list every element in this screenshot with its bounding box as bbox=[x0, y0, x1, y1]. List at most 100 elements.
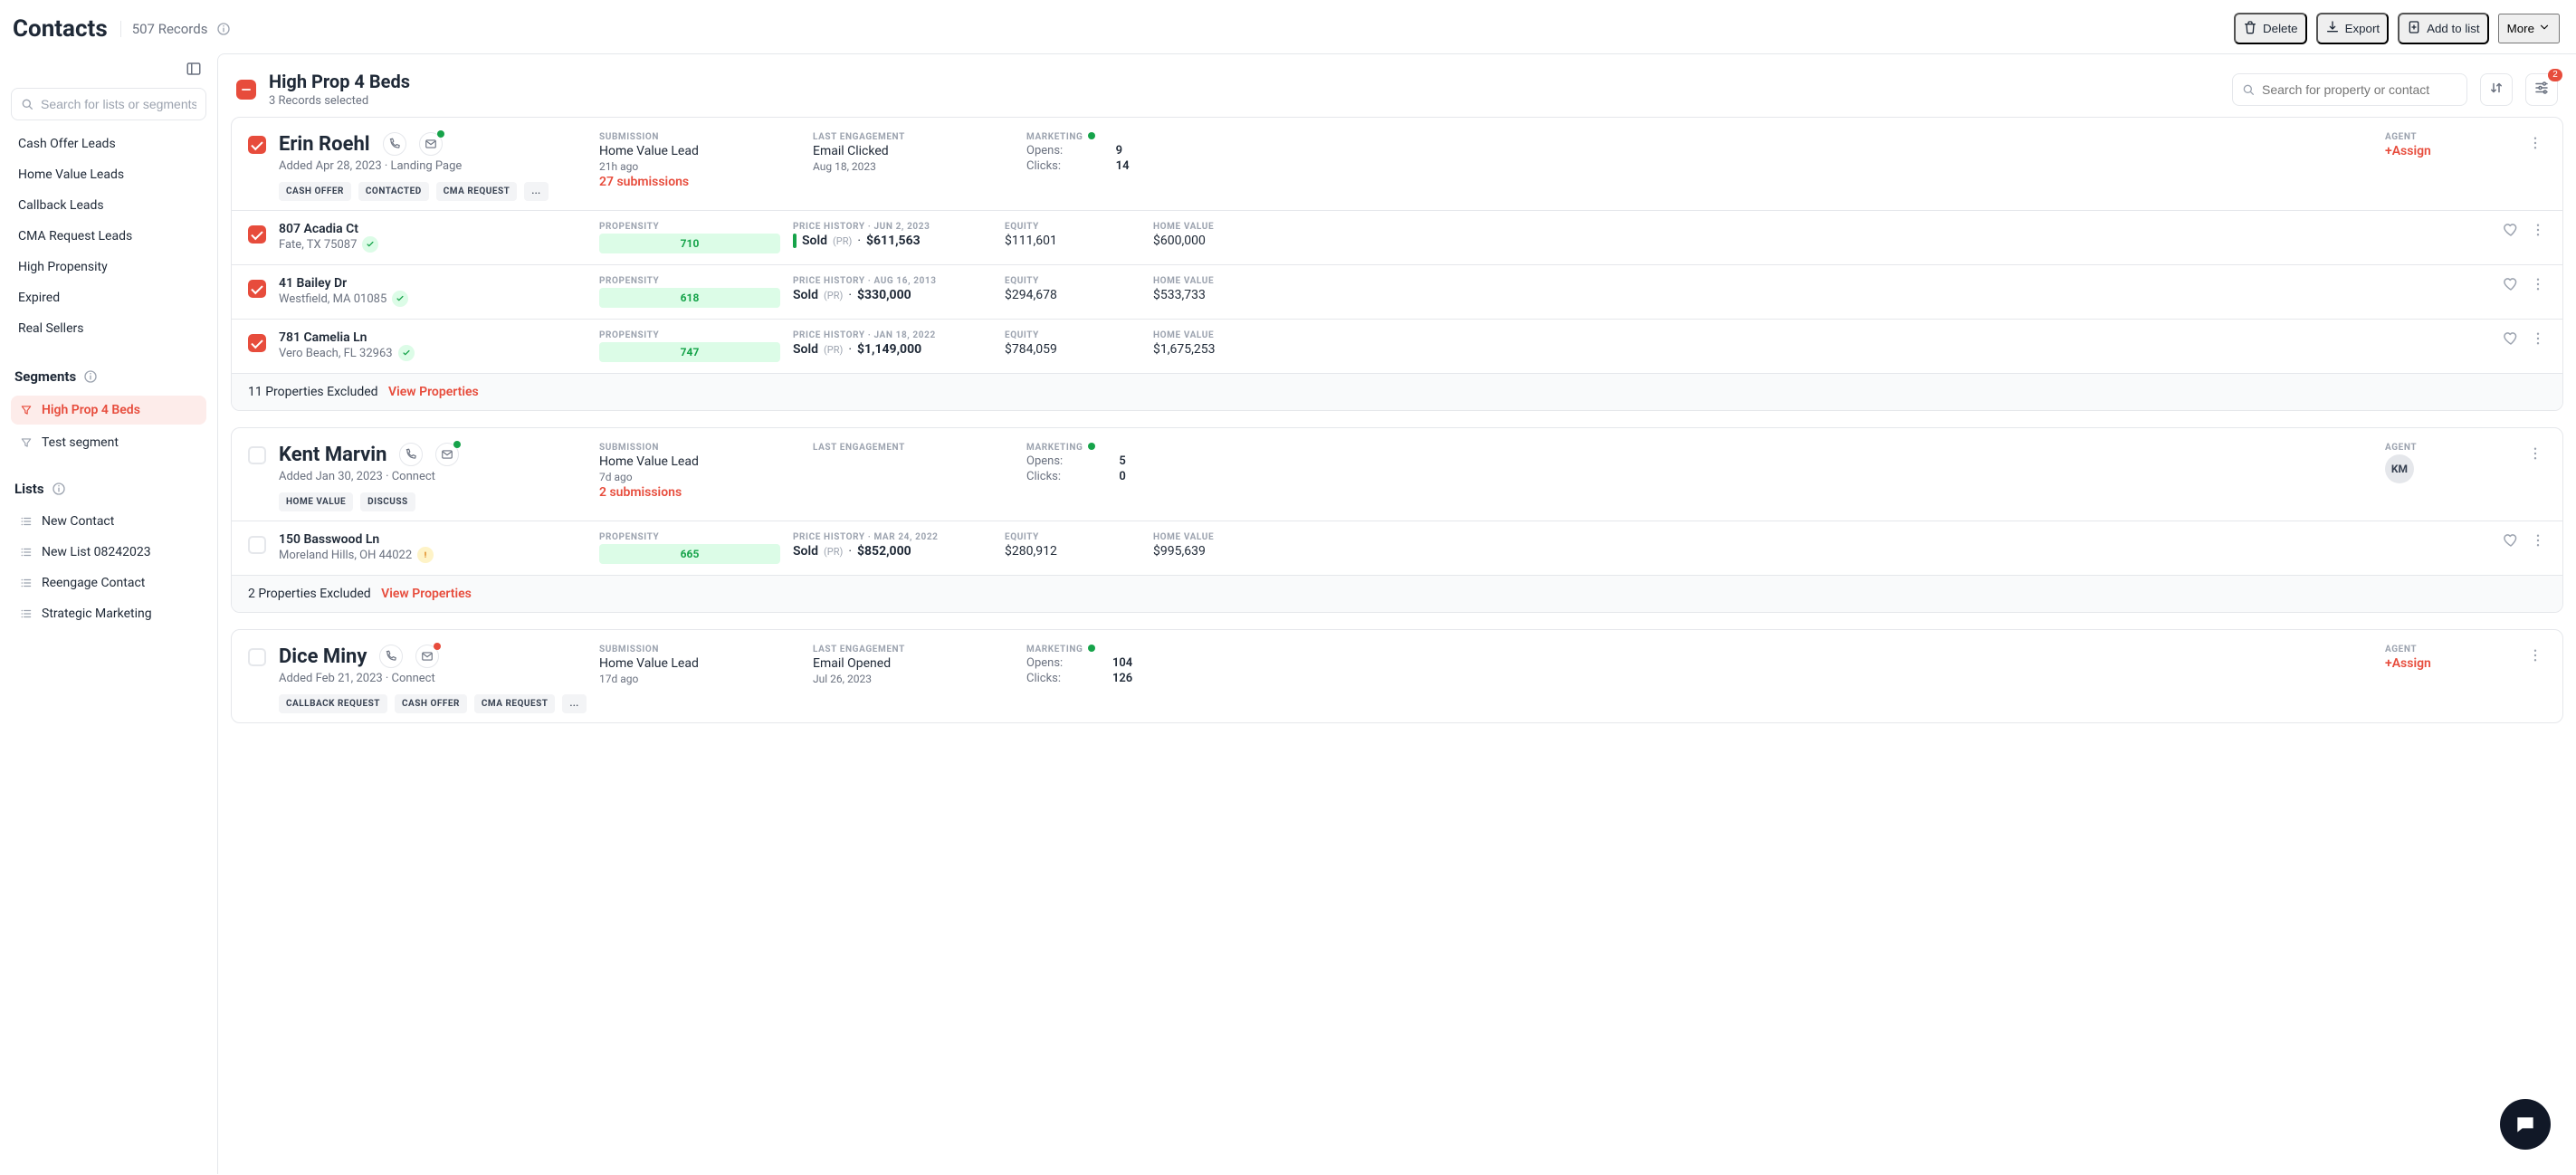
bulk-checkbox[interactable] bbox=[236, 80, 256, 100]
tag-chip[interactable]: DISCUSS bbox=[360, 492, 415, 511]
chevron-down-icon bbox=[2538, 21, 2551, 36]
view-properties-link[interactable]: View Properties bbox=[388, 385, 479, 399]
info-icon bbox=[83, 369, 98, 384]
mail-status-dot bbox=[453, 441, 461, 448]
agent-avatar[interactable]: KM bbox=[2385, 454, 2414, 483]
tag-chip[interactable]: CMA REQUEST bbox=[474, 694, 556, 713]
submissions-link[interactable]: 2 submissions bbox=[599, 485, 780, 500]
sidebar-nav-item[interactable]: High Propensity bbox=[11, 253, 206, 282]
home-value-value: $995,639 bbox=[1153, 544, 1289, 559]
favorite-button[interactable] bbox=[2503, 222, 2519, 242]
tag-chip[interactable]: CONTACTED bbox=[358, 182, 429, 201]
tag-chip[interactable]: CASH OFFER bbox=[395, 694, 467, 713]
add-to-list-button[interactable]: Add to list bbox=[2398, 13, 2489, 44]
favorite-button[interactable] bbox=[2503, 276, 2519, 296]
tag-chip[interactable]: ... bbox=[524, 182, 548, 201]
info-icon[interactable] bbox=[216, 22, 231, 36]
equity-label: EQUITY bbox=[1005, 222, 1140, 232]
list-icon bbox=[20, 515, 33, 528]
list-item[interactable]: New List 08242023 bbox=[11, 539, 206, 566]
engagement-label: LAST ENGAGEMENT bbox=[813, 132, 994, 142]
row-checkbox[interactable] bbox=[248, 536, 266, 554]
contact-name[interactable]: Erin Roehl bbox=[279, 133, 370, 156]
assign-link[interactable]: +Assign bbox=[2385, 144, 2512, 158]
main-panel: High Prop 4 Beds 3 Records selected 2 Er… bbox=[217, 53, 2576, 1174]
list-item[interactable]: New Contact bbox=[11, 508, 206, 535]
price-history-label: PRICE HISTORY · JUN 2, 2023 bbox=[793, 222, 992, 232]
sidebar-nav-item[interactable]: Real Sellers bbox=[11, 314, 206, 343]
filter-button[interactable]: 2 bbox=[2525, 73, 2558, 106]
sliders-icon bbox=[2533, 80, 2550, 99]
row-checkbox[interactable] bbox=[248, 648, 266, 666]
card-menu-button[interactable] bbox=[2524, 443, 2546, 464]
phone-icon[interactable] bbox=[399, 443, 423, 466]
delete-button[interactable]: Delete bbox=[2234, 13, 2307, 44]
tag-chip[interactable]: HOME VALUE bbox=[279, 492, 353, 511]
tag-chip[interactable]: ... bbox=[562, 694, 586, 713]
panel-toggle-button[interactable] bbox=[181, 57, 206, 82]
chat-icon bbox=[2514, 1113, 2537, 1136]
equity-value: $280,912 bbox=[1005, 544, 1140, 559]
mail-status-dot bbox=[437, 130, 444, 138]
phone-icon[interactable] bbox=[379, 645, 403, 668]
agent-label: AGENT bbox=[2385, 132, 2512, 142]
favorite-button[interactable] bbox=[2503, 330, 2519, 350]
export-button[interactable]: Export bbox=[2316, 13, 2390, 44]
added-line: Added Apr 28, 2023 · Landing Page bbox=[279, 159, 587, 173]
card-menu-button[interactable] bbox=[2524, 645, 2546, 666]
segment-item[interactable]: High Prop 4 Beds bbox=[11, 396, 206, 425]
more-button[interactable]: More bbox=[2498, 14, 2560, 43]
property-address[interactable]: 150 Basswood Ln bbox=[279, 532, 587, 547]
card-menu-button[interactable] bbox=[2524, 132, 2546, 154]
row-checkbox[interactable] bbox=[248, 136, 266, 154]
main-search-input[interactable] bbox=[2232, 73, 2467, 106]
submissions-link[interactable]: 27 submissions bbox=[599, 175, 780, 189]
excluded-text: 2 Properties Excluded bbox=[248, 587, 371, 601]
sidebar-nav-item[interactable]: Expired bbox=[11, 283, 206, 312]
row-menu-button[interactable] bbox=[2530, 532, 2546, 552]
opens-label: Opens: bbox=[1026, 144, 1105, 158]
propensity-label: PROPENSITY bbox=[599, 532, 780, 542]
row-checkbox[interactable] bbox=[248, 334, 266, 352]
home-value-label: HOME VALUE bbox=[1153, 222, 1289, 232]
home-value-value: $1,675,253 bbox=[1153, 342, 1289, 357]
row-checkbox[interactable] bbox=[248, 280, 266, 298]
list-item[interactable]: Reengage Contact bbox=[11, 569, 206, 597]
assign-link[interactable]: +Assign bbox=[2385, 656, 2512, 671]
list-item[interactable]: Strategic Marketing bbox=[11, 600, 206, 627]
lists-list: New Contact New List 08242023 Reengage Con… bbox=[11, 508, 206, 627]
row-menu-button[interactable] bbox=[2530, 222, 2546, 242]
tag-chip[interactable]: CMA REQUEST bbox=[436, 182, 518, 201]
tag-chip[interactable]: CALLBACK REQUEST bbox=[279, 694, 387, 713]
excluded-row: 2 Properties Excluded View Properties bbox=[232, 575, 2562, 612]
record-count: 507 Records bbox=[120, 21, 208, 37]
sidebar-nav-item[interactable]: CMA Request Leads bbox=[11, 222, 206, 251]
tag-chip[interactable]: CASH OFFER bbox=[279, 182, 351, 201]
row-checkbox[interactable] bbox=[248, 225, 266, 244]
contact-name[interactable]: Dice Miny bbox=[279, 645, 367, 668]
segment-item[interactable]: Test segment bbox=[11, 428, 206, 457]
chat-fab[interactable] bbox=[2500, 1099, 2551, 1150]
home-value-value: $533,733 bbox=[1153, 288, 1289, 302]
propensity-label: PROPENSITY bbox=[599, 276, 780, 286]
contact-name[interactable]: Kent Marvin bbox=[279, 444, 386, 466]
sidebar-nav-item[interactable]: Callback Leads bbox=[11, 191, 206, 220]
segments-header[interactable]: Segments bbox=[11, 363, 206, 390]
lists-header[interactable]: Lists bbox=[11, 475, 206, 502]
property-address[interactable]: 781 Camelia Ln bbox=[279, 330, 587, 345]
property-row: 41 Bailey Dr Westfield, MA 01085 PROPENS… bbox=[232, 264, 2562, 319]
row-menu-button[interactable] bbox=[2530, 330, 2546, 350]
row-menu-button[interactable] bbox=[2530, 276, 2546, 296]
property-address[interactable]: 41 Bailey Dr bbox=[279, 276, 587, 291]
sort-button[interactable] bbox=[2480, 73, 2513, 106]
sidebar-nav-item[interactable]: Cash Offer Leads bbox=[11, 129, 206, 158]
row-checkbox[interactable] bbox=[248, 446, 266, 464]
favorite-button[interactable] bbox=[2503, 532, 2519, 552]
segment-label: High Prop 4 Beds bbox=[42, 403, 140, 417]
sidebar-nav-item[interactable]: Home Value Leads bbox=[11, 160, 206, 189]
equity-value: $111,601 bbox=[1005, 234, 1140, 248]
property-address[interactable]: 807 Acadia Ct bbox=[279, 222, 587, 236]
view-properties-link[interactable]: View Properties bbox=[381, 587, 472, 601]
sidebar-search-input[interactable] bbox=[11, 88, 206, 120]
phone-icon[interactable] bbox=[383, 132, 406, 156]
